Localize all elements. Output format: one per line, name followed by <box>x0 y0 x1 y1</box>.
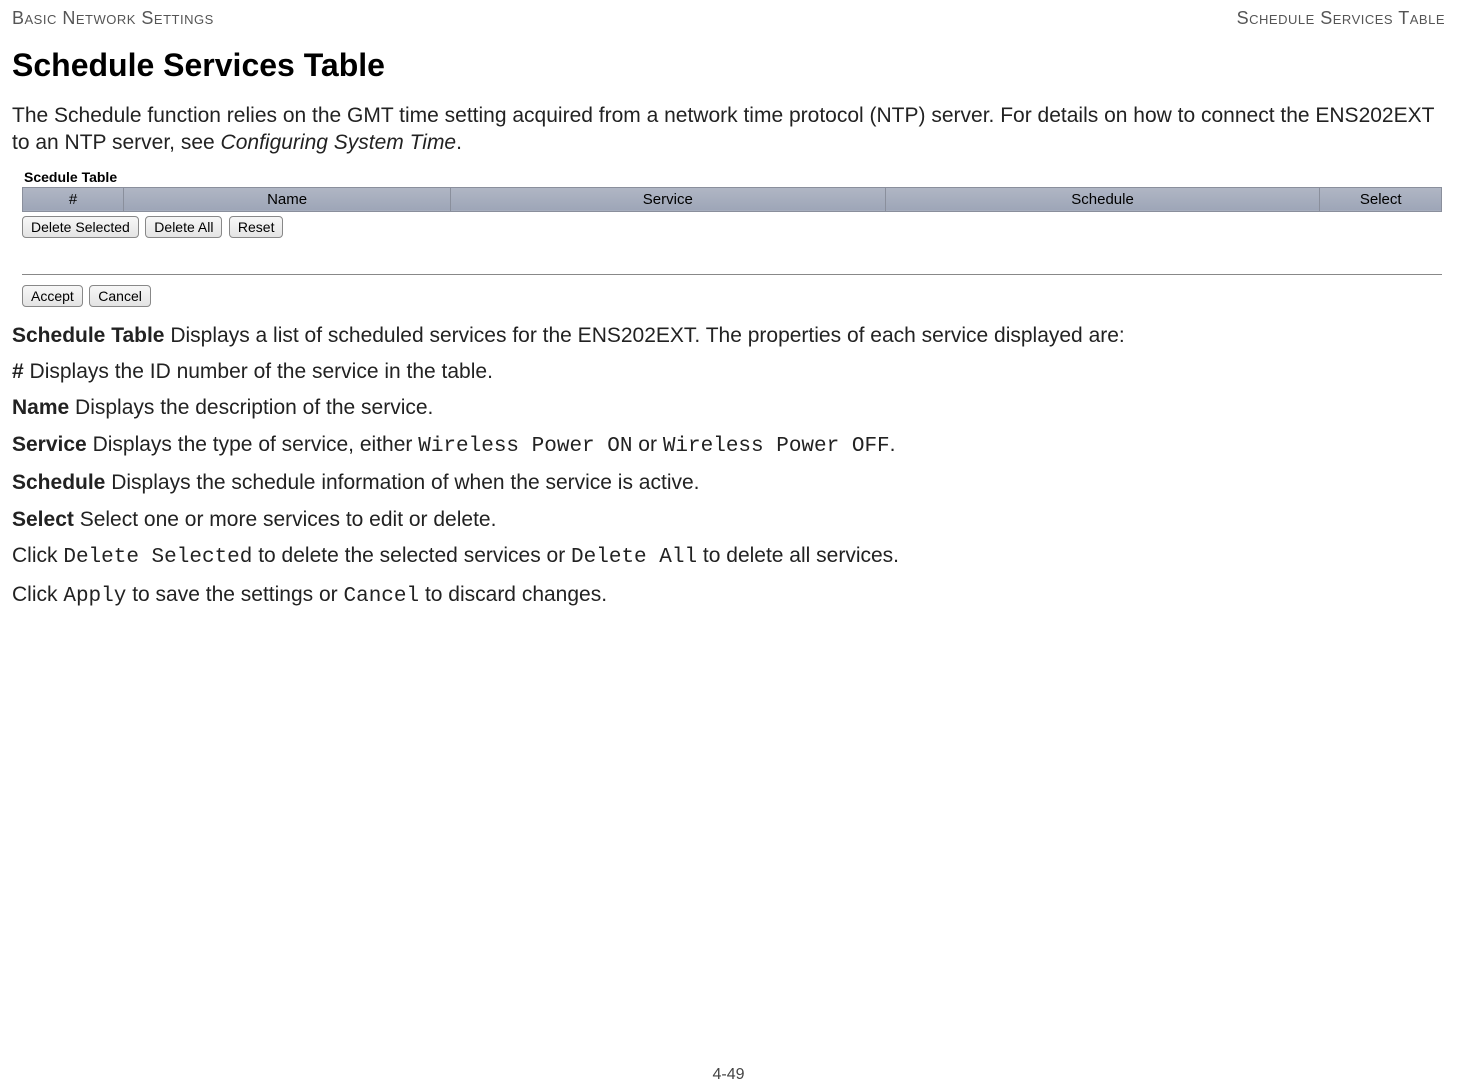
text-click1-1: Click <box>12 544 63 567</box>
intro-paragraph: The Schedule function relies on the GMT … <box>12 102 1445 157</box>
table-buttons-top: Delete Selected Delete All Reset <box>22 216 1442 238</box>
intro-link-text: Configuring System Time <box>221 131 457 154</box>
accept-button[interactable]: Accept <box>22 285 83 307</box>
term-schedule-table: Schedule Table <box>12 324 165 347</box>
text-click1-2: to delete the selected services or <box>252 544 571 567</box>
code-apply: Apply <box>63 585 126 608</box>
page-number: 4-49 <box>0 1066 1457 1084</box>
desc-click1: Click Delete Selected to delete the sele… <box>12 541 1445 573</box>
separator <box>22 274 1442 275</box>
column-header-schedule: Schedule <box>885 187 1320 211</box>
desc-service: Service Displays the type of service, ei… <box>12 430 1445 462</box>
text-schedule-table: Displays a list of scheduled services fo… <box>165 324 1125 347</box>
term-name: Name <box>12 396 69 419</box>
term-select: Select <box>12 508 74 531</box>
code-cancel: Cancel <box>343 585 419 608</box>
schedule-table: # Name Service Schedule Select <box>22 187 1442 212</box>
term-schedule: Schedule <box>12 471 105 494</box>
code-delete-selected: Delete Selected <box>63 546 252 569</box>
desc-name: Name Displays the description of the ser… <box>12 393 1445 423</box>
delete-selected-button[interactable]: Delete Selected <box>22 216 139 238</box>
intro-text-2: . <box>456 131 462 154</box>
text-schedule: Displays the schedule information of whe… <box>105 471 699 494</box>
header-right: Schedule Services Table <box>1237 8 1445 29</box>
table-header-row: # Name Service Schedule Select <box>23 187 1442 211</box>
text-select: Select one or more services to edit or d… <box>74 508 497 531</box>
header-left: Basic Network Settings <box>12 8 214 29</box>
delete-all-button[interactable]: Delete All <box>145 216 222 238</box>
code-wireless-off: Wireless Power OFF <box>663 435 890 458</box>
term-service: Service <box>12 433 87 456</box>
page-title: Schedule Services Table <box>12 47 1445 84</box>
column-header-service: Service <box>451 187 886 211</box>
desc-hash: # Displays the ID number of the service … <box>12 357 1445 387</box>
schedule-table-box: Scedule Table # Name Service Schedule Se… <box>22 169 1442 307</box>
text-service-1: Displays the type of service, either <box>87 433 418 456</box>
code-wireless-on: Wireless Power ON <box>418 435 632 458</box>
text-service-2: or <box>632 433 662 456</box>
text-hash: Displays the ID number of the service in… <box>24 360 493 383</box>
column-header-name: Name <box>124 187 451 211</box>
code-delete-all: Delete All <box>571 546 697 569</box>
column-header-number: # <box>23 187 124 211</box>
desc-schedule-table: Schedule Table Displays a list of schedu… <box>12 321 1445 351</box>
column-header-select: Select <box>1320 187 1442 211</box>
table-buttons-bottom: Accept Cancel <box>22 285 1442 307</box>
text-name: Displays the description of the service. <box>69 396 433 419</box>
text-click2-3: to discard changes. <box>419 583 607 606</box>
desc-schedule: Schedule Displays the schedule informati… <box>12 468 1445 498</box>
schedule-table-label: Scedule Table <box>24 169 1442 185</box>
text-click2-1: Click <box>12 583 63 606</box>
desc-click2: Click Apply to save the settings or Canc… <box>12 580 1445 612</box>
text-service-3: . <box>890 433 896 456</box>
cancel-button[interactable]: Cancel <box>89 285 151 307</box>
embedded-screenshot: Scedule Table # Name Service Schedule Se… <box>22 169 1442 307</box>
text-click2-2: to save the settings or <box>126 583 343 606</box>
term-hash: # <box>12 360 24 383</box>
text-click1-3: to delete all services. <box>697 544 899 567</box>
page-header: Basic Network Settings Schedule Services… <box>12 8 1445 29</box>
reset-button[interactable]: Reset <box>229 216 284 238</box>
desc-select: Select Select one or more services to ed… <box>12 505 1445 535</box>
